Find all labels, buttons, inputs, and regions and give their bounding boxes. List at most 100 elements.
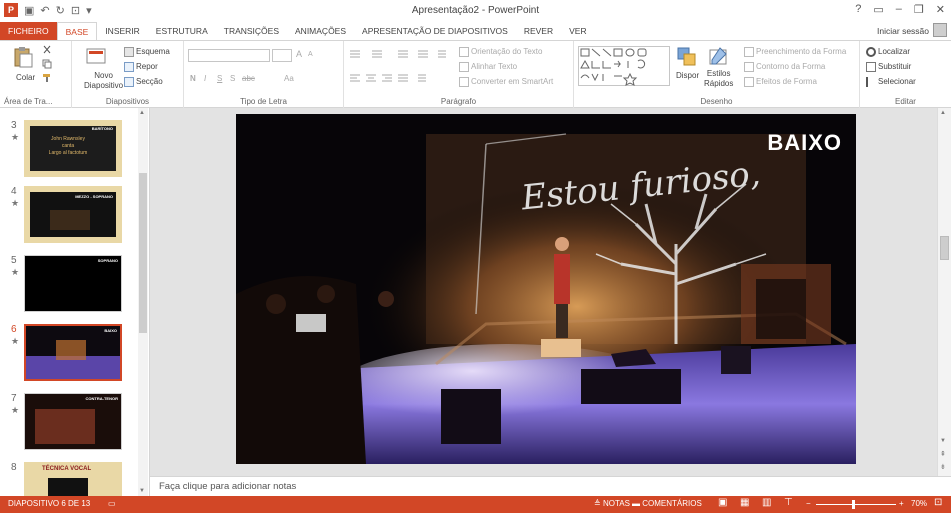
strikethrough-button[interactable]: abc xyxy=(242,74,255,83)
quick-styles-icon[interactable] xyxy=(708,46,730,68)
new-slide-icon[interactable] xyxy=(85,46,107,68)
next-slide-icon[interactable]: ⇟ xyxy=(940,463,946,471)
arrange-icon[interactable] xyxy=(676,46,698,68)
layout-button[interactable]: Esquema xyxy=(124,47,170,57)
current-slide[interactable]: Estou furioso, BAIXO xyxy=(236,114,856,464)
tab-animations[interactable]: ANIMAÇÕES xyxy=(287,22,354,40)
help-icon[interactable]: ? xyxy=(855,3,861,16)
comments-label: COMENTÁRIOS xyxy=(642,499,702,508)
arrange-label[interactable]: Dispor xyxy=(676,71,699,80)
paste-label[interactable]: Colar xyxy=(16,73,35,82)
tab-view[interactable]: VER xyxy=(561,22,594,40)
slide-thumb-image[interactable]: CONTRA-TENOR xyxy=(24,393,122,450)
normal-view-icon[interactable]: ▣ xyxy=(718,497,727,508)
slideshow-view-icon[interactable]: ⊤ xyxy=(784,497,793,508)
shapes-gallery[interactable] xyxy=(578,46,670,86)
convert-smartart-button[interactable]: Converter em SmartArt xyxy=(459,77,553,87)
shape-fill-button[interactable]: Preenchimento da Forma xyxy=(744,47,846,57)
align-text-icon xyxy=(459,62,469,72)
minimize-icon[interactable]: – xyxy=(896,3,902,16)
shape-outline-button[interactable]: Contorno da Forma xyxy=(744,62,825,72)
scroll-down-icon[interactable]: ▼ xyxy=(940,438,946,444)
replace-button[interactable]: Substituir xyxy=(866,62,911,72)
slides-group: Novo Diapositivo Esquema Repor Secção Di… xyxy=(72,41,184,108)
font-size-combo[interactable] xyxy=(272,49,292,62)
align-text-label: Alinhar Texto xyxy=(471,62,518,72)
thumbnails-scrollbar[interactable]: ▲ ▼ xyxy=(138,108,148,496)
tab-insert[interactable]: INSERIR xyxy=(97,22,147,40)
notes-toggle[interactable]: ≜ NOTAS xyxy=(594,499,630,508)
slide-thumb-image[interactable]: MEZZO - SOPRANO xyxy=(24,186,122,243)
font-name-combo[interactable] xyxy=(188,49,270,62)
reset-icon xyxy=(124,62,134,72)
shape-outline-label: Contorno da Forma xyxy=(756,62,826,72)
shape-effects-button[interactable]: Efeitos de Forma xyxy=(744,77,817,87)
cut-icon[interactable] xyxy=(42,45,52,55)
paste-icon[interactable] xyxy=(12,46,34,68)
quick-styles-button[interactable]: Estilos Rápidos xyxy=(704,69,733,89)
thumb-photo xyxy=(48,478,88,496)
previous-slide-icon[interactable]: ⇞ xyxy=(940,450,946,458)
tab-file[interactable]: FICHEIRO xyxy=(0,22,57,40)
shape-fill-label: Preenchimento da Forma xyxy=(756,47,847,57)
sign-in-link[interactable]: Iniciar sessão xyxy=(877,26,929,36)
slide-thumb-image[interactable]: BARÍTONO John Rawnsley canta Largo al fa… xyxy=(24,120,122,177)
copy-icon[interactable] xyxy=(42,59,52,69)
text-direction-button[interactable]: Orientação do Texto xyxy=(459,47,542,57)
ribbon-display-icon[interactable]: ▭ xyxy=(873,3,883,16)
scroll-up-icon[interactable]: ▲ xyxy=(139,110,145,116)
font-group: A A N I S S abc Aa Tipo de Letra xyxy=(184,41,344,108)
restore-icon[interactable]: ❐ xyxy=(914,3,924,16)
zoom-slider-track[interactable] xyxy=(816,504,896,505)
zoom-level[interactable]: 70% xyxy=(911,499,927,508)
tab-slideshow[interactable]: APRESENTAÇÃO DE DIAPOSITIVOS xyxy=(354,22,516,40)
tab-design[interactable]: ESTRUTURA xyxy=(148,22,216,40)
zoom-slider-handle[interactable] xyxy=(852,500,855,509)
slide-canvas-area: Estou furioso, BAIXO xyxy=(150,108,937,476)
window-title: Apresentação2 - PowerPoint xyxy=(411,5,540,16)
format-painter-icon[interactable] xyxy=(42,73,52,83)
bold-button[interactable]: N xyxy=(190,74,196,83)
grow-font-button[interactable]: A xyxy=(296,49,302,59)
section-label: Secção xyxy=(136,77,163,87)
tab-home[interactable]: BASE xyxy=(56,22,98,40)
tab-transitions[interactable]: TRANSIÇÕES xyxy=(216,22,287,40)
notes-pane[interactable]: Faça clique para adicionar notas xyxy=(150,476,951,496)
fit-to-window-icon[interactable]: ⊡ xyxy=(934,497,942,508)
thumb-tag: CONTRA-TENOR xyxy=(85,396,118,401)
close-icon[interactable]: ✕ xyxy=(936,3,945,16)
slide-thumb-image-selected[interactable]: BAIXO xyxy=(24,324,122,381)
new-slide-button[interactable]: Novo Diapositivo xyxy=(84,71,123,91)
underline-button[interactable]: S xyxy=(217,74,222,83)
shadow-button[interactable]: S xyxy=(230,74,235,83)
scroll-down-icon[interactable]: ▼ xyxy=(139,488,145,494)
spellcheck-icon[interactable]: ▭ xyxy=(108,499,116,508)
alignment-icons[interactable] xyxy=(348,73,438,83)
slide-thumb-image[interactable]: TÉCNICA VOCAL xyxy=(24,462,122,496)
section-icon xyxy=(124,77,134,87)
slide-scroll-thumb[interactable] xyxy=(940,236,949,260)
zoom-in-icon[interactable]: + xyxy=(899,499,904,508)
section-button[interactable]: Secção xyxy=(124,77,163,87)
slide-thumb-image[interactable]: SOPRANO xyxy=(24,255,122,312)
slide-title[interactable]: BAIXO xyxy=(767,130,842,156)
shrink-font-button[interactable]: A xyxy=(308,51,313,58)
shape-outline-icon xyxy=(744,62,754,72)
reset-button[interactable]: Repor xyxy=(124,62,158,72)
tab-review[interactable]: REVER xyxy=(516,22,561,40)
list-indent-icons[interactable] xyxy=(348,49,448,59)
notes-placeholder[interactable]: Faça clique para adicionar notas xyxy=(159,481,296,492)
scroll-up-icon[interactable]: ▲ xyxy=(940,110,946,116)
comments-toggle[interactable]: ▬ COMENTÁRIOS xyxy=(632,499,702,508)
change-case-button[interactable]: Aa xyxy=(284,74,294,83)
reading-view-icon[interactable]: ▥ xyxy=(762,497,771,508)
avatar[interactable] xyxy=(933,23,947,37)
thumbnails-scroll-thumb[interactable] xyxy=(139,173,147,333)
find-button[interactable]: Localizar xyxy=(866,47,910,57)
slide-sorter-icon[interactable]: ▦ xyxy=(740,497,749,508)
slide-scrollbar[interactable]: ▲ ▼ ⇞ ⇟ xyxy=(937,108,951,476)
align-text-button[interactable]: Alinhar Texto xyxy=(459,62,517,72)
select-button[interactable]: Selecionar xyxy=(866,77,916,87)
zoom-out-icon[interactable]: − xyxy=(806,499,811,508)
italic-button[interactable]: I xyxy=(204,74,206,83)
